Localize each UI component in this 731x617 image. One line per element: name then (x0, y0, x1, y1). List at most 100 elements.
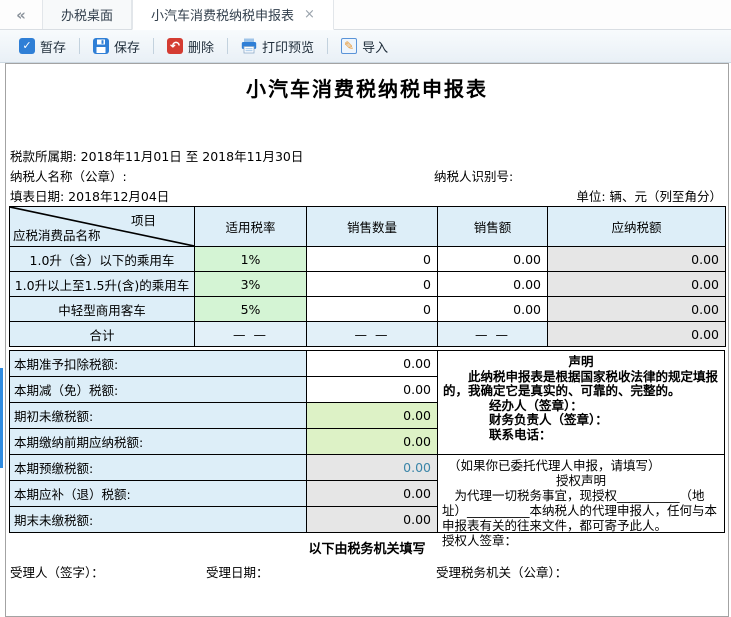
deductible-tax-label: 本期准予扣除税额: (9, 350, 307, 377)
sales-amount-input[interactable]: 0.00 (437, 271, 548, 297)
temp-save-label: 暂存 (40, 40, 67, 56)
app-window: « 办税桌面 小汽车消费税纳税申报表 × ✓ 暂存 保存 ↶ 删除 打印预览 ✎… (0, 0, 731, 617)
form-page: 小汽车消费税纳税申报表 税款所属期: 2018年11月01日 至 2018年11… (5, 63, 729, 617)
declaration-body: 此纳税申报表是根据国家税收法律的规定填报的，我确定它是真实的、可靠的、完整的。 (443, 368, 719, 398)
import-label: 导入 (362, 40, 389, 56)
fill-date: 填表日期: 2018年12月04日 (10, 189, 170, 204)
receiver-signature-label: 受理人（签字）： (10, 565, 104, 580)
sales-qty-input[interactable]: 0 (306, 271, 438, 297)
total-tax-cell: 0.00 (547, 321, 726, 347)
authorization-box: （如果你已委托代理人申报，请填写） 授权声明 为代理一切税务事宜，现授权____… (437, 454, 725, 548)
prepaid-tax-link[interactable]: 0.00 (306, 454, 438, 481)
delete-button[interactable]: ↶ 删除 (158, 33, 223, 60)
total-label: 合计 (9, 321, 195, 347)
tab-bar: « 办税桌面 小汽车消费税纳税申报表 × (0, 0, 731, 30)
taxpayer-name-label: 纳税人名称（公章）: (10, 169, 127, 184)
sales-amount-input[interactable]: 0.00 (437, 296, 548, 322)
accepting-authority-label: 受理税务机关（公章）： (436, 565, 568, 580)
reduced-exempt-tax-label: 本期减（免）税额: (9, 376, 307, 403)
prepaid-tax-label: 本期预缴税额: (9, 454, 307, 481)
toolbar-separator (153, 38, 155, 54)
summary-row: 本期减（免）税额: 0.00 (9, 376, 438, 403)
toolbar-separator (227, 38, 229, 54)
tax-payable-cell: 0.00 (547, 246, 726, 272)
closing-unpaid-tax-label: 期末未缴税额: (9, 506, 307, 533)
header-sales-amount: 销售额 (437, 206, 548, 247)
cfo-signature-label: 财务负责人（签章）： (489, 412, 608, 427)
header-taxable-goods-name: 应税消费品名称 (13, 228, 101, 243)
sales-qty-input[interactable]: 0 (306, 296, 438, 322)
table-row: 1.0升（含）以下的乘用车 1% 0 0.00 0.00 (9, 246, 726, 272)
closing-unpaid-tax-cell: 0.00 (306, 506, 438, 533)
deductible-tax-input[interactable]: 0.00 (306, 350, 438, 377)
tab-tax-desktop[interactable]: 办税桌面 (42, 0, 133, 29)
opening-unpaid-tax-label: 期初未缴税额: (9, 402, 307, 429)
delete-label: 删除 (188, 40, 215, 56)
total-sales-cell: — — (437, 321, 548, 347)
save-button[interactable]: 保存 (84, 33, 149, 60)
close-tab-icon[interactable]: × (304, 7, 315, 22)
form-title: 小汽车消费税纳税申报表 (246, 77, 488, 101)
total-row: 合计 — — — — — — 0.00 (9, 321, 726, 347)
unit-note: 单位: 辆、元（列至角分） (576, 189, 722, 204)
summary-section: 本期准予扣除税额: 0.00 本期减（免）税额: 0.00 期初未缴税额: 0.… (9, 350, 725, 548)
declaration-heading: 声明 (568, 354, 594, 369)
double-chevron-left-icon: « (16, 5, 26, 24)
tab-label: 办税桌面 (61, 9, 114, 24)
table-header-row: 项目 应税消费品名称 适用税率 销售数量 销售额 应纳税额 (9, 206, 726, 247)
authority-section-heading: 以下由税务机关填写 (308, 542, 426, 557)
collapse-tabs-button[interactable]: « (0, 0, 42, 29)
pencil-box-icon: ✎ (341, 38, 358, 54)
acceptance-date-label: 受理日期： (206, 565, 269, 580)
table-row: 1.0升以上至1.5升(含)的乘用车 3% 0 0.00 0.00 (9, 271, 726, 297)
toolbar-separator (79, 38, 81, 54)
sales-qty-input[interactable]: 0 (306, 246, 438, 272)
tax-rate-cell: 1% (194, 246, 307, 272)
opening-unpaid-tax-input[interactable]: 0.00 (306, 402, 438, 429)
sales-amount-input[interactable]: 0.00 (437, 246, 548, 272)
summary-row: 本期预缴税额: 0.00 (9, 454, 438, 481)
summary-row: 期初未缴税额: 0.00 (9, 402, 438, 429)
agent-signature-label: 经办人（签章）： (489, 397, 583, 413)
header-item: 项目 (130, 213, 156, 228)
tax-rate-cell: 5% (194, 296, 307, 322)
tax-items-table: 项目 应税消费品名称 适用税率 销售数量 销售额 应纳税额 1.0升（含）以下的… (9, 206, 726, 347)
summary-row: 本期准予扣除税额: 0.00 (9, 350, 438, 377)
header-sales-qty: 销售数量 (306, 206, 438, 247)
diagonal-header-cell: 项目 应税消费品名称 (9, 206, 195, 247)
toolbar-separator (327, 38, 329, 54)
summary-row: 期末未缴税额: 0.00 (9, 506, 438, 533)
authorization-heading: 授权声明 (555, 473, 606, 488)
table-row: 中轻型商用客车 5% 0 0.00 0.00 (9, 296, 726, 322)
item-name: 1.0升以上至1.5升(含)的乘用车 (9, 271, 195, 297)
tab-label: 小汽车消费税纳税申报表 (151, 9, 295, 24)
toolbar: ✓ 暂存 保存 ↶ 删除 打印预览 ✎ 导入 (0, 30, 731, 63)
paid-prior-period-tax-input[interactable]: 0.00 (306, 428, 438, 455)
declaration-column: 声明 此纳税申报表是根据国家税收法律的规定填报的，我确定它是真实的、可靠的、完整… (437, 350, 725, 548)
temp-save-button[interactable]: ✓ 暂存 (10, 33, 75, 60)
summary-row: 本期缴纳前期应纳税额: 0.00 (9, 428, 438, 455)
print-preview-button[interactable]: 打印预览 (232, 33, 323, 60)
supplement-refund-tax-label: 本期应补（退）税额: (9, 480, 307, 507)
left-scrollbar-thumb[interactable] (0, 368, 3, 468)
tab-car-consumption-tax-form[interactable]: 小汽车消费税纳税申报表 × (132, 0, 334, 30)
save-label: 保存 (114, 40, 141, 56)
header-tax-rate: 适用税率 (194, 206, 307, 247)
reduced-exempt-tax-input[interactable]: 0.00 (306, 376, 438, 403)
taxpayer-id-label: 纳税人识别号: (434, 169, 514, 184)
undo-arrow-icon: ↶ (167, 38, 184, 54)
item-name: 中轻型商用客车 (9, 296, 195, 322)
declaration-box: 声明 此纳税申报表是根据国家税收法律的规定填报的，我确定它是真实的、可靠的、完整… (437, 350, 725, 455)
tax-payable-cell: 0.00 (547, 271, 726, 297)
tax-payable-cell: 0.00 (547, 296, 726, 322)
import-button[interactable]: ✎ 导入 (332, 33, 397, 60)
summary-table: 本期准予扣除税额: 0.00 本期减（免）税额: 0.00 期初未缴税额: 0.… (9, 350, 438, 533)
total-qty-cell: — — (306, 321, 438, 347)
authorization-note: （如果你已委托代理人申报，请填写） (448, 458, 661, 473)
authorization-body: 为代理一切税务事宜，现授权__________（地址）__________本纳税… (442, 488, 718, 533)
paid-prior-period-tax-label: 本期缴纳前期应纳税额: (9, 428, 307, 455)
summary-row: 本期应补（退）税额: 0.00 (9, 480, 438, 507)
contact-phone-label: 联系电话： (489, 426, 552, 442)
total-rate-cell: — — (194, 321, 307, 347)
floppy-disk-icon (93, 38, 110, 54)
